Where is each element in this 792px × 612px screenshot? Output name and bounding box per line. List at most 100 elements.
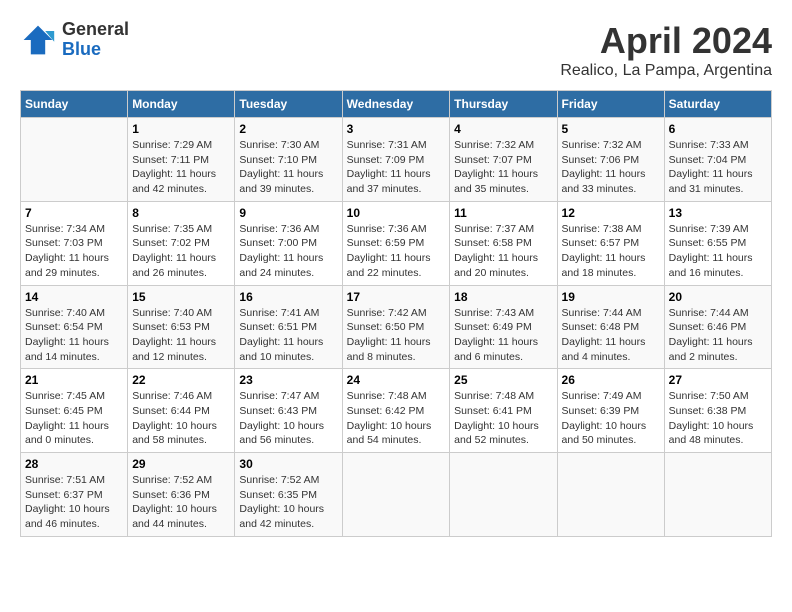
calendar-table: SundayMondayTuesdayWednesdayThursdayFrid…: [20, 90, 772, 537]
calendar-cell: 6 Sunrise: 7:33 AMSunset: 7:04 PMDaylight…: [664, 118, 771, 202]
calendar-cell: 22 Sunrise: 7:46 AMSunset: 6:44 PMDayligh…: [128, 369, 235, 453]
calendar-cell: [664, 453, 771, 537]
day-info: Sunrise: 7:43 AMSunset: 6:49 PMDaylight:…: [454, 306, 552, 365]
day-number: 8: [132, 206, 230, 220]
calendar-week-1: 1Sunrise: 7:29 AMSunset: 7:11 PMDaylight…: [21, 118, 772, 202]
logo: General Blue: [20, 20, 129, 60]
column-header-tuesday: Tuesday: [235, 91, 342, 118]
day-number: 28: [25, 457, 123, 471]
calendar-cell: 12 Sunrise: 7:38 AMSunset: 6:57 PMDayligh…: [557, 201, 664, 285]
day-info: Sunrise: 7:42 AMSunset: 6:50 PMDaylight:…: [347, 306, 446, 365]
calendar-cell: 26 Sunrise: 7:49 AMSunset: 6:39 PMDayligh…: [557, 369, 664, 453]
day-info: Sunrise: 7:40 AMSunset: 6:54 PMDaylight:…: [25, 306, 123, 365]
calendar-cell: 2 Sunrise: 7:30 AMSunset: 7:10 PMDaylight…: [235, 118, 342, 202]
day-number: 11: [454, 206, 552, 220]
day-info: Sunrise: 7:52 AMSunset: 6:35 PMDaylight:…: [239, 473, 337, 532]
column-header-saturday: Saturday: [664, 91, 771, 118]
day-info: Sunrise: 7:52 AMSunset: 6:36 PMDaylight:…: [132, 473, 230, 532]
day-number: 24: [347, 373, 446, 387]
page-header: General Blue April 2024 Realico, La Pamp…: [20, 20, 772, 80]
day-number: 30: [239, 457, 337, 471]
day-info: Sunrise: 7:31 AMSunset: 7:09 PMDaylight:…: [347, 138, 446, 197]
day-info: Sunrise: 7:48 AMSunset: 6:41 PMDaylight:…: [454, 389, 552, 448]
calendar-cell: 13Sunrise: 7:39 AMSunset: 6:55 PMDayligh…: [664, 201, 771, 285]
calendar-cell: 1Sunrise: 7:29 AMSunset: 7:11 PMDaylight…: [128, 118, 235, 202]
day-info: Sunrise: 7:50 AMSunset: 6:38 PMDaylight:…: [669, 389, 767, 448]
day-number: 21: [25, 373, 123, 387]
column-header-friday: Friday: [557, 91, 664, 118]
calendar-cell: 28Sunrise: 7:51 AMSunset: 6:37 PMDayligh…: [21, 453, 128, 537]
logo-icon: [20, 22, 56, 58]
calendar-cell: 15 Sunrise: 7:40 AMSunset: 6:53 PMDayligh…: [128, 285, 235, 369]
calendar-cell: 20 Sunrise: 7:44 AMSunset: 6:46 PMDayligh…: [664, 285, 771, 369]
day-number: 22: [132, 373, 230, 387]
day-info: Sunrise: 7:37 AMSunset: 6:58 PMDaylight:…: [454, 222, 552, 281]
day-info: Sunrise: 7:49 AMSunset: 6:39 PMDaylight:…: [562, 389, 660, 448]
calendar-cell: 23Sunrise: 7:47 AMSunset: 6:43 PMDayligh…: [235, 369, 342, 453]
day-number: 12: [562, 206, 660, 220]
day-number: 4: [454, 122, 552, 136]
calendar-cell: 14 Sunrise: 7:40 AMSunset: 6:54 PMDayligh…: [21, 285, 128, 369]
calendar-cell: 19 Sunrise: 7:44 AMSunset: 6:48 PMDayligh…: [557, 285, 664, 369]
day-number: 27: [669, 373, 767, 387]
calendar-cell: 8Sunrise: 7:35 AMSunset: 7:02 PMDaylight…: [128, 201, 235, 285]
title-block: April 2024 Realico, La Pampa, Argentina: [560, 20, 772, 80]
day-number: 14: [25, 290, 123, 304]
calendar-week-5: 28Sunrise: 7:51 AMSunset: 6:37 PMDayligh…: [21, 453, 772, 537]
day-number: 7: [25, 206, 123, 220]
day-info: Sunrise: 7:41 AMSunset: 6:51 PMDaylight:…: [239, 306, 337, 365]
day-number: 2: [239, 122, 337, 136]
calendar-cell: 3 Sunrise: 7:31 AMSunset: 7:09 PMDaylight…: [342, 118, 450, 202]
day-number: 6: [669, 122, 767, 136]
column-header-sunday: Sunday: [21, 91, 128, 118]
calendar-cell: [557, 453, 664, 537]
calendar-cell: 29 Sunrise: 7:52 AMSunset: 6:36 PMDayligh…: [128, 453, 235, 537]
calendar-cell: 4 Sunrise: 7:32 AMSunset: 7:07 PMDaylight…: [450, 118, 557, 202]
day-info: Sunrise: 7:36 AMSunset: 7:00 PMDaylight:…: [239, 222, 337, 281]
calendar-cell: 24 Sunrise: 7:48 AMSunset: 6:42 PMDayligh…: [342, 369, 450, 453]
day-number: 26: [562, 373, 660, 387]
day-info: Sunrise: 7:32 AMSunset: 7:06 PMDaylight:…: [562, 138, 660, 197]
day-number: 18: [454, 290, 552, 304]
calendar-cell: 16 Sunrise: 7:41 AMSunset: 6:51 PMDayligh…: [235, 285, 342, 369]
column-header-thursday: Thursday: [450, 91, 557, 118]
day-number: 23: [239, 373, 337, 387]
calendar-cell: [450, 453, 557, 537]
calendar-cell: 7 Sunrise: 7:34 AMSunset: 7:03 PMDaylight…: [21, 201, 128, 285]
day-number: 10: [347, 206, 446, 220]
calendar-week-4: 21Sunrise: 7:45 AMSunset: 6:45 PMDayligh…: [21, 369, 772, 453]
day-number: 15: [132, 290, 230, 304]
day-info: Sunrise: 7:34 AMSunset: 7:03 PMDaylight:…: [25, 222, 123, 281]
day-info: Sunrise: 7:38 AMSunset: 6:57 PMDaylight:…: [562, 222, 660, 281]
day-info: Sunrise: 7:46 AMSunset: 6:44 PMDaylight:…: [132, 389, 230, 448]
day-number: 25: [454, 373, 552, 387]
day-info: Sunrise: 7:36 AMSunset: 6:59 PMDaylight:…: [347, 222, 446, 281]
calendar-cell: 17 Sunrise: 7:42 AMSunset: 6:50 PMDayligh…: [342, 285, 450, 369]
day-number: 3: [347, 122, 446, 136]
day-number: 17: [347, 290, 446, 304]
day-info: Sunrise: 7:32 AMSunset: 7:07 PMDaylight:…: [454, 138, 552, 197]
calendar-cell: 25 Sunrise: 7:48 AMSunset: 6:41 PMDayligh…: [450, 369, 557, 453]
calendar-title: April 2024: [560, 20, 772, 62]
calendar-week-2: 7 Sunrise: 7:34 AMSunset: 7:03 PMDaylight…: [21, 201, 772, 285]
calendar-cell: [342, 453, 450, 537]
day-number: 20: [669, 290, 767, 304]
column-header-wednesday: Wednesday: [342, 91, 450, 118]
day-number: 29: [132, 457, 230, 471]
calendar-week-3: 14 Sunrise: 7:40 AMSunset: 6:54 PMDayligh…: [21, 285, 772, 369]
day-info: Sunrise: 7:48 AMSunset: 6:42 PMDaylight:…: [347, 389, 446, 448]
day-info: Sunrise: 7:44 AMSunset: 6:48 PMDaylight:…: [562, 306, 660, 365]
day-info: Sunrise: 7:44 AMSunset: 6:46 PMDaylight:…: [669, 306, 767, 365]
logo-blue-text: Blue: [62, 40, 129, 60]
day-info: Sunrise: 7:33 AMSunset: 7:04 PMDaylight:…: [669, 138, 767, 197]
day-number: 19: [562, 290, 660, 304]
day-info: Sunrise: 7:40 AMSunset: 6:53 PMDaylight:…: [132, 306, 230, 365]
day-info: Sunrise: 7:39 AMSunset: 6:55 PMDaylight:…: [669, 222, 767, 281]
day-number: 5: [562, 122, 660, 136]
day-number: 16: [239, 290, 337, 304]
calendar-cell: [21, 118, 128, 202]
calendar-cell: 10 Sunrise: 7:36 AMSunset: 6:59 PMDayligh…: [342, 201, 450, 285]
calendar-cell: 5 Sunrise: 7:32 AMSunset: 7:06 PMDaylight…: [557, 118, 664, 202]
day-info: Sunrise: 7:30 AMSunset: 7:10 PMDaylight:…: [239, 138, 337, 197]
calendar-cell: 27 Sunrise: 7:50 AMSunset: 6:38 PMDayligh…: [664, 369, 771, 453]
